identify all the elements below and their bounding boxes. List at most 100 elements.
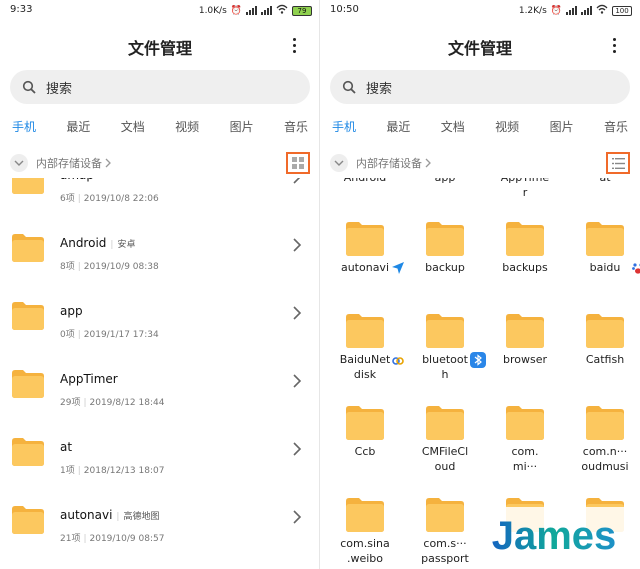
list-item[interactable]: Android安卓 8项|2019/10/9 08:38 xyxy=(0,218,320,286)
signal-icon xyxy=(246,6,257,15)
folder-icon xyxy=(426,222,464,256)
grid-item[interactable]: CMFileCl oud xyxy=(410,406,480,474)
grid-item[interactable]: Ccb xyxy=(330,406,400,459)
file-list: amap 6项|2019/10/8 22:06 Android安卓 8项|201… xyxy=(0,178,320,569)
folder-icon xyxy=(12,302,44,330)
chevron-right-icon xyxy=(105,158,111,168)
grid-item[interactable]: BaiduNet disk xyxy=(330,314,406,382)
breadcrumb: 内部存储设备 xyxy=(330,152,630,174)
screen-grid-view: 10:50 1.2K/s ⏰ 100 文件管理 搜索 手机 最近 文档 视频 图… xyxy=(320,0,640,569)
list-icon xyxy=(611,157,625,169)
more-menu-icon[interactable] xyxy=(284,34,304,56)
chevron-right-icon xyxy=(425,158,431,168)
search-bar[interactable]: 搜索 xyxy=(330,70,630,104)
grid-icon xyxy=(292,157,304,169)
grid-item-partial[interactable]: AppTime r xyxy=(490,178,560,200)
list-view-toggle[interactable] xyxy=(606,152,630,174)
grid-item-label: Catfish xyxy=(585,353,625,366)
grid-item-label: at xyxy=(570,178,640,185)
folder-icon xyxy=(506,314,544,348)
grid-item-label: com.n··· oudmusi xyxy=(581,445,629,473)
folder-icon xyxy=(12,438,44,466)
grid-item[interactable]: browser xyxy=(490,314,560,367)
grid-item-partial[interactable]: at xyxy=(570,178,640,185)
tab-music[interactable]: 音乐 xyxy=(604,118,628,138)
grid-item-partial[interactable]: Android xyxy=(330,178,400,185)
chevron-down-icon[interactable] xyxy=(330,154,348,172)
file-meta: 6项 | 2019/10/8 22:06 xyxy=(60,194,159,204)
folder-icon xyxy=(586,222,624,256)
grid-item[interactable]: com. mi··· xyxy=(490,406,560,474)
folder-icon xyxy=(426,406,464,440)
tab-phone[interactable]: 手机 xyxy=(12,118,36,138)
grid-item[interactable]: backups xyxy=(490,222,560,275)
page-title: 文件管理 xyxy=(447,39,512,58)
cloud-disk-icon xyxy=(390,352,406,368)
file-meta: 29项 | 2019/8/12 18:44 xyxy=(60,398,165,408)
tab-recent[interactable]: 最近 xyxy=(386,118,410,138)
tab-videos[interactable]: 视频 xyxy=(495,118,519,138)
list-item[interactable]: amap 6项|2019/10/8 22:06 xyxy=(0,178,320,218)
list-item[interactable]: app 0项 | 2019/1/17 17:34 xyxy=(0,286,320,354)
baidu-paw-icon xyxy=(630,260,640,276)
grid-item[interactable]: com.s··· passport xyxy=(410,498,480,566)
folder-icon xyxy=(586,406,624,440)
battery-icon: 100 xyxy=(612,5,632,16)
grid-item[interactable]: Catfish xyxy=(570,314,640,367)
screen-list-view: 9:33 1.0K/s ⏰ 79 文件管理 搜索 手机 最近 文档 视频 图片 … xyxy=(0,0,320,569)
chevron-down-icon[interactable] xyxy=(10,154,28,172)
search-placeholder: 搜索 xyxy=(366,81,393,97)
tab-documents[interactable]: 文档 xyxy=(441,118,465,138)
grid-item-label: com.s··· passport xyxy=(421,537,469,565)
tab-pictures[interactable]: 图片 xyxy=(230,118,254,138)
chevron-right-icon xyxy=(293,178,301,184)
chevron-right-icon xyxy=(293,306,302,320)
folder-icon xyxy=(586,314,624,348)
breadcrumb-location[interactable]: 内部存储设备 xyxy=(36,155,111,171)
search-icon xyxy=(342,80,356,94)
chevron-right-icon xyxy=(293,238,302,252)
breadcrumb-location[interactable]: 内部存储设备 xyxy=(356,155,431,171)
network-speed: 1.0K/s xyxy=(198,5,227,16)
wifi-icon xyxy=(276,4,288,17)
grid-item-label: Ccb xyxy=(354,445,376,458)
status-time: 9:33 xyxy=(10,4,33,15)
folder-icon xyxy=(346,498,384,532)
list-item[interactable]: autonavi高德地图 21项|2019/10/9 08:57 xyxy=(0,490,320,558)
grid-item-label: com.sina .weibo xyxy=(340,537,390,565)
folder-icon xyxy=(426,314,464,348)
status-bar: 10:50 1.2K/s ⏰ 100 xyxy=(320,0,640,22)
tab-pictures[interactable]: 图片 xyxy=(550,118,574,138)
tab-recent[interactable]: 最近 xyxy=(66,118,90,138)
signal-icon-2 xyxy=(261,6,272,15)
folder-icon xyxy=(346,314,384,348)
list-item[interactable]: at 1项 | 2018/12/13 18:07 xyxy=(0,422,320,490)
tab-documents[interactable]: 文档 xyxy=(121,118,145,138)
tab-videos[interactable]: 视频 xyxy=(175,118,199,138)
tab-music[interactable]: 音乐 xyxy=(284,118,308,138)
folder-icon xyxy=(12,178,44,194)
more-menu-icon[interactable] xyxy=(604,34,624,56)
bluetooth-icon xyxy=(470,352,486,368)
grid-item[interactable]: bluetoot h xyxy=(410,314,486,382)
search-bar[interactable]: 搜索 xyxy=(10,70,310,104)
grid-item[interactable]: com.n··· oudmusi xyxy=(570,406,640,474)
watermark-text: James xyxy=(492,514,617,558)
grid-item[interactable]: autonavi xyxy=(330,222,406,276)
chevron-right-icon xyxy=(293,374,302,388)
tab-phone[interactable]: 手机 xyxy=(332,118,356,138)
network-speed: 1.2K/s xyxy=(518,5,547,16)
grid-item[interactable]: com.sina .weibo xyxy=(330,498,400,566)
grid-view-toggle[interactable] xyxy=(286,152,310,174)
file-meta: 21项 | 2019/10/9 08:57 xyxy=(60,534,165,544)
grid-item-label: browser xyxy=(502,353,547,366)
status-indicators: 1.0K/s ⏰ 79 xyxy=(199,4,312,17)
file-tag: 安卓 xyxy=(110,240,135,250)
grid-item[interactable]: backup xyxy=(410,222,480,275)
folder-icon xyxy=(12,234,44,262)
list-item[interactable]: AppTimer 29项 | 2019/8/12 18:44 xyxy=(0,354,320,422)
category-tabs: 手机 最近 文档 视频 图片 音乐 xyxy=(12,118,308,138)
file-name: Android安卓 xyxy=(60,236,135,250)
grid-item[interactable]: baidu xyxy=(570,222,640,276)
grid-item-partial[interactable]: app xyxy=(410,178,480,185)
